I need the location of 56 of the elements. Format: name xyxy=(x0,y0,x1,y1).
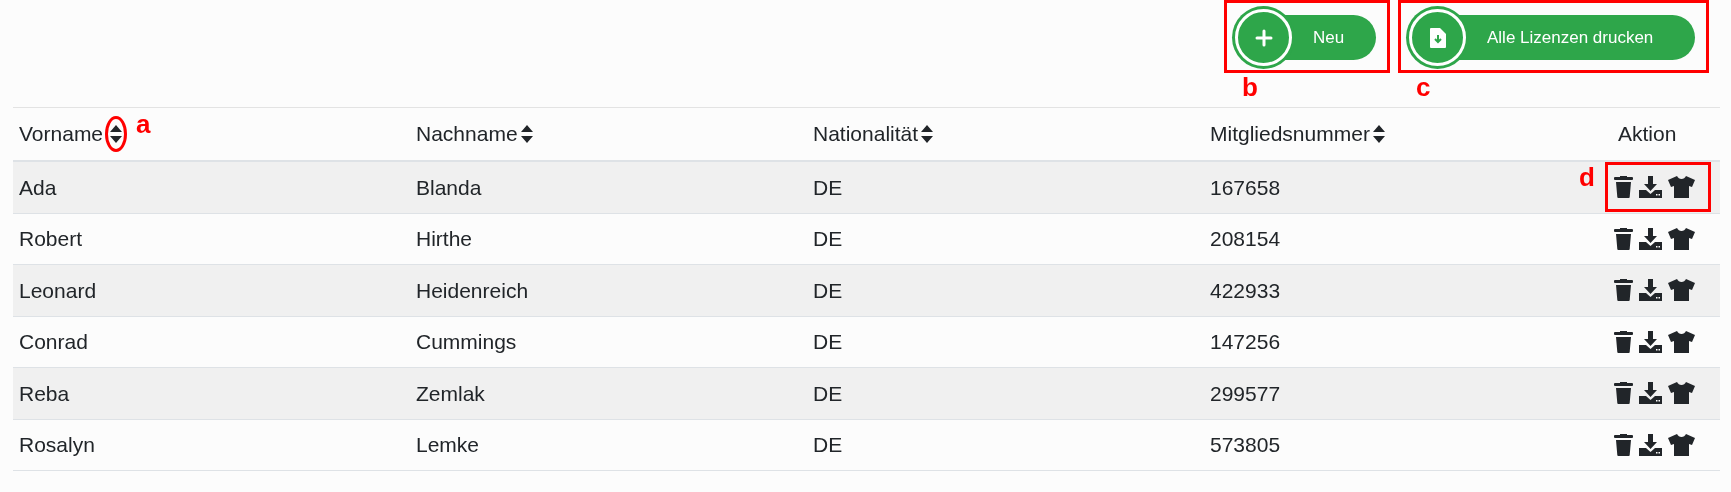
column-header[interactable]: Nationalität xyxy=(813,118,919,150)
table-cell: DE xyxy=(813,278,843,302)
table-cell: DE xyxy=(813,175,843,199)
column-header: Aktion xyxy=(1618,121,1677,148)
table-cell: Robert xyxy=(19,227,83,250)
column-header[interactable]: Nachname xyxy=(416,118,518,150)
annotation-label: c xyxy=(1416,74,1431,100)
table-cell: 208154 xyxy=(1210,227,1281,250)
table-cell: Hirthe xyxy=(416,227,473,250)
highlight-ellipse xyxy=(105,116,128,152)
t-shirt-icon[interactable] xyxy=(1668,227,1695,250)
table-cell: 422933 xyxy=(1210,278,1281,302)
sort-icon[interactable] xyxy=(1372,125,1385,143)
download-icon[interactable] xyxy=(1639,330,1662,353)
table-cell: Blanda xyxy=(416,175,482,199)
download-icon[interactable] xyxy=(1639,433,1662,456)
download-icon[interactable] xyxy=(1639,176,1662,199)
column-header[interactable]: Vorname xyxy=(19,118,104,150)
table-cell: Rosalyn xyxy=(19,433,95,456)
annotation-label: d xyxy=(1579,164,1595,191)
table-cell: Lemke xyxy=(416,433,480,456)
annotation-label: b xyxy=(1242,74,1258,100)
sort-icon[interactable] xyxy=(110,125,123,143)
table-cell: Zemlak xyxy=(416,381,485,405)
download-icon[interactable] xyxy=(1639,279,1662,302)
t-shirt-icon[interactable] xyxy=(1668,176,1695,199)
t-shirt-icon[interactable] xyxy=(1668,330,1695,353)
annotation-label: a xyxy=(136,111,151,137)
download-icon[interactable] xyxy=(1639,227,1662,250)
table-cell: Reba xyxy=(19,381,70,405)
trash-icon[interactable] xyxy=(1614,330,1633,353)
trash-icon[interactable] xyxy=(1614,433,1633,456)
download-icon[interactable] xyxy=(1639,382,1662,405)
column-header[interactable]: Mitgliedsnummer xyxy=(1210,118,1370,150)
t-shirt-icon[interactable] xyxy=(1668,433,1695,456)
trash-icon[interactable] xyxy=(1614,176,1633,199)
table-cell: DE xyxy=(813,433,843,456)
table-cell: 167658 xyxy=(1210,175,1281,199)
table-cell: 147256 xyxy=(1210,330,1281,353)
table-cell: DE xyxy=(813,330,843,353)
trash-icon[interactable] xyxy=(1614,227,1633,250)
table-cell: Heidenreich xyxy=(416,278,529,302)
sort-icon[interactable] xyxy=(520,125,533,143)
trash-icon[interactable] xyxy=(1614,382,1633,405)
table-cell: DE xyxy=(813,227,843,250)
t-shirt-icon[interactable] xyxy=(1668,382,1695,405)
table-cell: Cummings xyxy=(416,330,517,353)
table-cell: Ada xyxy=(19,175,57,199)
table-cell: DE xyxy=(813,381,843,405)
trash-icon[interactable] xyxy=(1614,279,1633,302)
sort-icon[interactable] xyxy=(921,125,934,143)
t-shirt-icon[interactable] xyxy=(1668,279,1695,302)
table-cell: 573805 xyxy=(1210,433,1281,456)
table-cell: Conrad xyxy=(19,330,88,353)
table-cell: Leonard xyxy=(19,278,97,302)
table-cell: 299577 xyxy=(1210,381,1281,405)
